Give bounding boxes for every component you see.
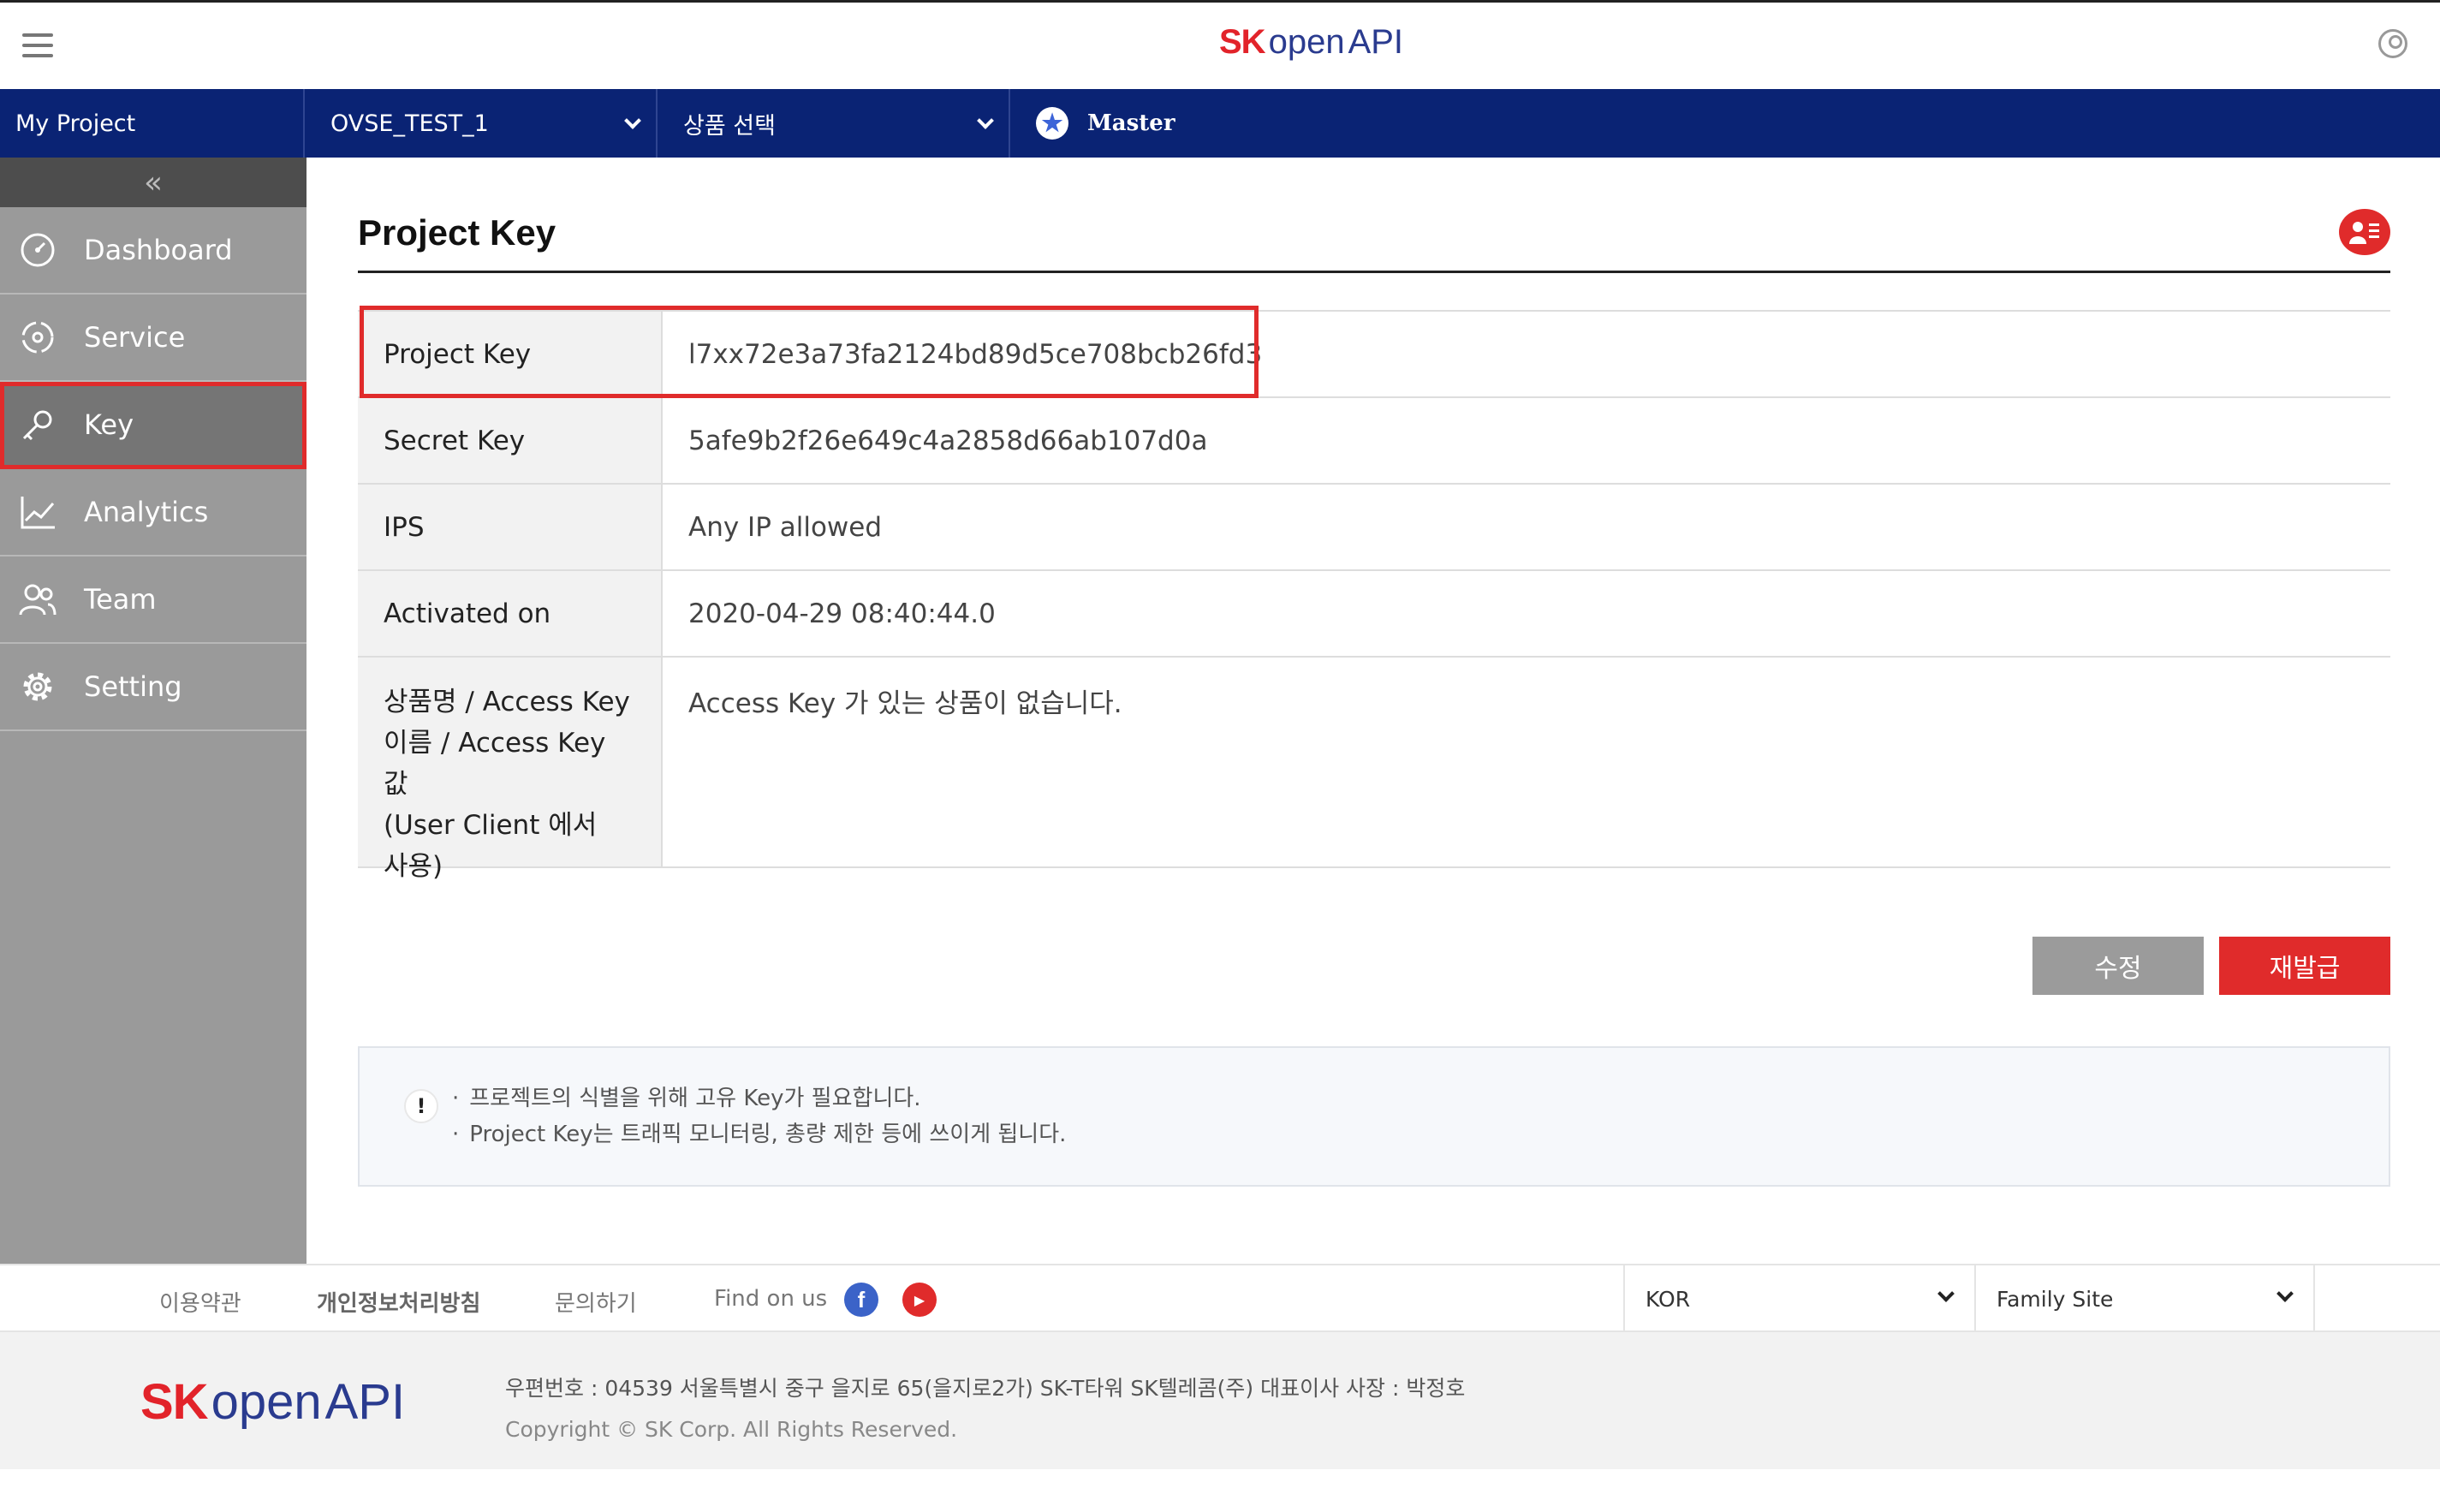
sidebar-item-dashboard[interactable]: Dashboard	[0, 207, 306, 295]
page-title: Project Key	[358, 212, 556, 253]
sidebar-item-label: Dashboard	[84, 234, 233, 266]
edit-button[interactable]: 수정	[2032, 937, 2204, 995]
table-row: 상품명 / Access Key 이름 / Access Key 값 (User…	[358, 658, 2390, 882]
reissue-button[interactable]: 재발급	[2219, 937, 2390, 995]
role-badge: ★ Master	[1012, 89, 1354, 158]
user-list-icon[interactable]	[2339, 209, 2390, 255]
project-nav-bar: My Project OVSE_TEST_1 상품 선택 ★ Master	[0, 89, 2440, 158]
service-icon	[19, 318, 57, 356]
language-select[interactable]: KOR	[1623, 1265, 1974, 1332]
sidebar-item-setting[interactable]: Setting	[0, 644, 306, 731]
sidebar-item-key[interactable]: Key	[0, 382, 306, 469]
footer-logo: SK open API	[140, 1374, 406, 1430]
sidebar-item-analytics[interactable]: Analytics	[0, 469, 306, 557]
footer-info: SK open API 우편번호 : 04539 서울특별시 중구 을지로 65…	[0, 1332, 2440, 1469]
sidebar-item-service[interactable]: Service	[0, 295, 306, 382]
team-icon	[19, 580, 57, 618]
access-key-value: Access Key 가 있는 상품이 없습니다.	[688, 688, 1122, 719]
youtube-icon[interactable]: ▶	[902, 1283, 937, 1317]
privacy-policy-link[interactable]: 개인정보처리방침	[317, 1286, 480, 1318]
chevron-down-icon	[977, 112, 994, 129]
product-select[interactable]: 상품 선택	[659, 89, 1010, 158]
chevron-down-icon	[1937, 1285, 1955, 1302]
hamburger-icon[interactable]	[22, 33, 53, 59]
row-label-line: 상품명 / Access Key	[384, 687, 630, 717]
row-label: 상품명 / Access Key 이름 / Access Key 값 (User…	[358, 658, 663, 882]
family-site-select-value: Family Site	[1997, 1286, 2114, 1312]
family-site-select[interactable]: Family Site	[1974, 1265, 2315, 1332]
sidebar-item-label: Team	[84, 583, 157, 616]
sidebar-item-label: Setting	[84, 670, 182, 703]
secret-key-value[interactable]: 5afe9b2f26e649c4a2858d66ab107d0a	[663, 398, 2390, 483]
project-select-value: OVSE_TEST_1	[330, 110, 489, 137]
sidebar-item-label: Service	[84, 321, 186, 354]
project-select[interactable]: OVSE_TEST_1	[306, 89, 658, 158]
user-circle-icon[interactable]	[2378, 29, 2407, 58]
ips-value: Any IP allowed	[688, 511, 883, 543]
sidebar-item-label: Key	[84, 408, 134, 441]
collapse-sidebar-button[interactable]: «	[0, 158, 306, 207]
project-key-highlight	[360, 306, 1259, 398]
terms-link[interactable]: 이용약관	[159, 1286, 241, 1318]
row-label: Activated on	[358, 571, 663, 656]
chevron-down-icon	[624, 112, 641, 129]
table-row: Secret Key 5afe9b2f26e649c4a2858d66ab107…	[358, 398, 2390, 485]
row-label-line: 이름 / Access Key 값	[384, 728, 606, 800]
dashboard-icon	[19, 231, 57, 269]
row-label-line: (User Client 에서	[384, 810, 598, 841]
title-divider	[358, 271, 2390, 273]
language-select-value: KOR	[1646, 1286, 1691, 1312]
gear-icon	[19, 668, 57, 705]
my-project-label[interactable]: My Project	[0, 89, 305, 158]
find-on-us-label: Find on us	[714, 1286, 828, 1312]
product-select-value: 상품 선택	[683, 112, 776, 140]
row-label-line: 사용)	[384, 851, 443, 882]
notice-line: 프로젝트의 식별을 위해 고유 Key가 필요합니다.	[452, 1080, 1066, 1116]
chevron-down-icon	[2276, 1285, 2294, 1302]
row-label: Secret Key	[358, 398, 663, 483]
copyright-line: Copyright © SK Corp. All Rights Reserved…	[505, 1417, 958, 1442]
facebook-icon[interactable]: f	[844, 1283, 878, 1317]
address-line: 우편번호 : 04539 서울특별시 중구 을지로 65(을지로2가) SK-T…	[505, 1376, 1466, 1401]
row-label: IPS	[358, 485, 663, 569]
activated-on-value: 2020-04-29 08:40:44.0	[688, 598, 996, 629]
company-address: 우편번호 : 04539 서울특별시 중구 을지로 65(을지로2가) SK-T…	[505, 1368, 1465, 1450]
notice-line: Project Key는 트래픽 모니터링, 총량 제한 등에 쓰이게 됩니다.	[452, 1116, 1066, 1152]
sk-open-api-logo[interactable]: SK open API	[1219, 23, 1403, 71]
key-icon	[19, 406, 57, 443]
notice-text: 프로젝트의 식별을 위해 고유 Key가 필요합니다. Project Key는…	[452, 1080, 1066, 1152]
sidebar-item-team[interactable]: Team	[0, 557, 306, 644]
star-icon: ★	[1036, 107, 1068, 140]
sidebar: « Dashboard Service Key Analytics Team S…	[0, 158, 306, 1264]
notice-box: ! 프로젝트의 식별을 위해 고유 Key가 필요합니다. Project Ke…	[358, 1046, 2390, 1187]
role-label: Master	[1087, 110, 1175, 136]
contact-link[interactable]: 문의하기	[555, 1286, 637, 1318]
table-row: Activated on 2020-04-29 08:40:44.0	[358, 571, 2390, 658]
top-header: SK open API	[0, 0, 2440, 89]
sidebar-item-label: Analytics	[84, 496, 209, 528]
table-row: IPS Any IP allowed	[358, 485, 2390, 571]
footer-nav: 이용약관 개인정보처리방침 문의하기 Find on us f ▶ KOR Fa…	[0, 1264, 2440, 1332]
double-chevron-left-icon: «	[143, 164, 164, 200]
exclamation-icon: !	[404, 1089, 438, 1123]
chart-icon	[19, 493, 57, 531]
